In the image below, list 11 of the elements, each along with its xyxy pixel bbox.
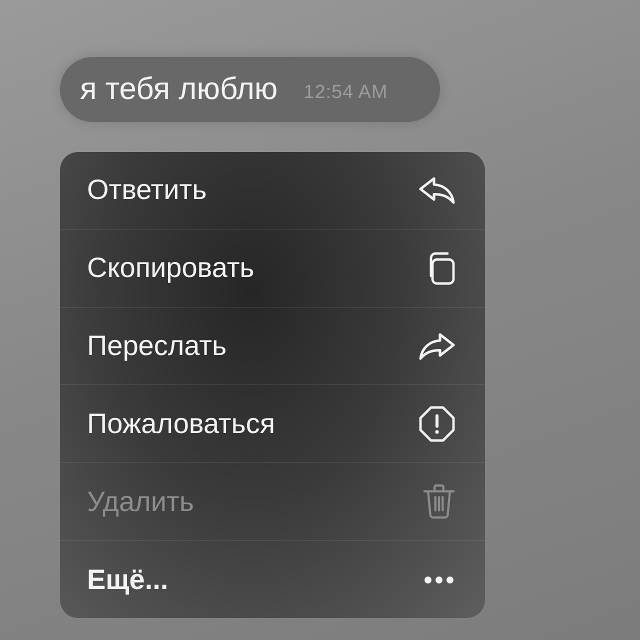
warning-octagon-icon (419, 406, 455, 442)
ellipsis-icon (423, 576, 455, 584)
menu-item[interactable]: Ещё... (60, 540, 485, 618)
reply-arrow-icon (419, 176, 455, 204)
forward-arrow-icon (419, 332, 455, 360)
menu-item[interactable]: Переслать (60, 306, 485, 384)
menu-item[interactable]: Ответить (60, 152, 485, 229)
menu-item[interactable]: Пожаловаться (60, 384, 485, 462)
menu-item[interactable]: Скопировать (60, 228, 485, 307)
message-text: я тебя люблю (80, 70, 278, 108)
trash-icon (423, 484, 455, 520)
